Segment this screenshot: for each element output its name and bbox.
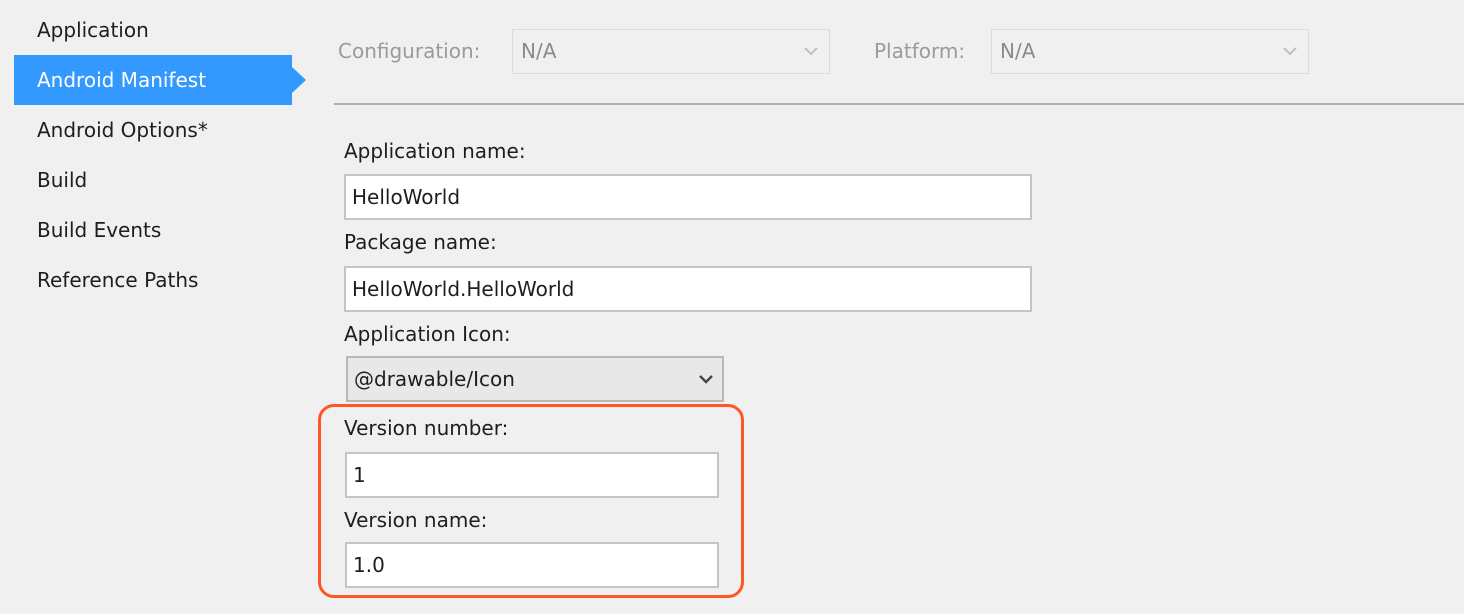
configuration-dropdown[interactable]: N/A <box>512 29 830 74</box>
chevron-down-icon <box>803 30 819 73</box>
chevron-down-icon <box>698 358 714 400</box>
platform-label: Platform: <box>874 39 966 63</box>
version-number-label: Version number: <box>344 416 509 440</box>
platform-dropdown[interactable]: N/A <box>991 29 1309 74</box>
package-name-label: Package name: <box>344 230 497 254</box>
application-name-input[interactable] <box>344 174 1032 220</box>
sidebar-item-android-options[interactable]: Android Options* <box>14 105 292 155</box>
chevron-down-icon <box>1282 30 1298 73</box>
configuration-label: Configuration: <box>338 39 481 63</box>
version-name-label: Version name: <box>344 508 488 532</box>
sidebar-item-application[interactable]: Application <box>14 5 292 55</box>
application-icon-dropdown[interactable]: @drawable/Icon <box>346 356 724 402</box>
package-name-input[interactable] <box>344 266 1032 312</box>
sidebar-item-android-manifest[interactable]: Android Manifest <box>14 55 306 105</box>
sidebar-item-build[interactable]: Build <box>14 155 292 205</box>
version-name-input[interactable] <box>345 542 719 588</box>
application-icon-value: @drawable/Icon <box>354 367 515 391</box>
application-name-label: Application name: <box>344 139 526 163</box>
sidebar-item-reference-paths[interactable]: Reference Paths <box>14 255 292 305</box>
application-icon-label: Application Icon: <box>344 322 511 346</box>
version-number-input[interactable] <box>345 452 719 498</box>
sidebar-item-build-events[interactable]: Build Events <box>14 205 292 255</box>
sidebar-nav: Application Android Manifest Android Opt… <box>14 5 306 305</box>
configuration-value: N/A <box>521 39 557 63</box>
platform-value: N/A <box>1000 39 1036 63</box>
header-divider <box>334 103 1464 105</box>
